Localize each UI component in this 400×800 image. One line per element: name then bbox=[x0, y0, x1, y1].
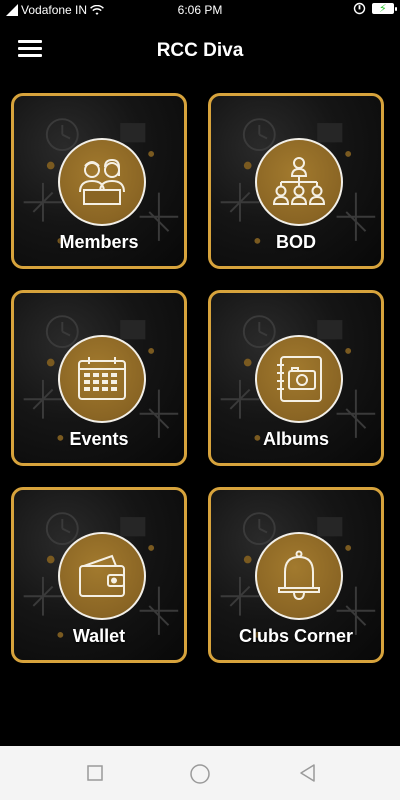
tile-label: Members bbox=[59, 232, 139, 252]
events-icon-circle bbox=[58, 335, 146, 423]
members-icon bbox=[79, 158, 125, 205]
tile-label: BOD bbox=[276, 232, 316, 252]
tile-label: Events bbox=[69, 429, 129, 449]
tile-label: Wallet bbox=[72, 626, 126, 646]
app-bar: RCC Diva bbox=[0, 20, 400, 84]
clubs-corner-icon-circle bbox=[255, 532, 343, 620]
tile-label: Albums bbox=[262, 429, 329, 449]
wallet-icon-circle bbox=[58, 532, 146, 620]
tile-members[interactable]: Members bbox=[11, 93, 187, 269]
tile-wallet[interactable]: Wallet bbox=[11, 487, 187, 663]
charging-icon: ⚡ bbox=[379, 3, 387, 15]
status-bar: Vodafone IN 6:06 PM ⚡ bbox=[0, 0, 400, 20]
bod-icon-circle bbox=[255, 138, 343, 226]
tile-bod[interactable]: BOD bbox=[208, 93, 384, 269]
tile-label: Clubs Corner bbox=[238, 626, 353, 646]
tile-events[interactable]: Events bbox=[11, 290, 187, 466]
org-chart-icon bbox=[272, 157, 326, 205]
recent-apps-icon[interactable] bbox=[87, 765, 103, 781]
photo-album-icon bbox=[277, 356, 322, 402]
members-icon-circle bbox=[58, 138, 146, 226]
back-icon[interactable] bbox=[298, 763, 318, 783]
alarm-icon bbox=[353, 2, 366, 15]
app-screen: Vodafone IN 6:06 PM ⚡ RCC Diva Members B… bbox=[0, 0, 400, 800]
tile-albums[interactable]: Albums bbox=[208, 290, 384, 466]
home-icon[interactable] bbox=[189, 763, 211, 785]
system-nav-bar bbox=[0, 746, 400, 800]
albums-icon-circle bbox=[255, 335, 343, 423]
bell-icon bbox=[278, 550, 320, 601]
status-right: ⚡ bbox=[353, 2, 397, 15]
battery-icon: ⚡ bbox=[372, 3, 397, 15]
page-title: RCC Diva bbox=[156, 40, 244, 61]
calendar-icon bbox=[78, 357, 126, 400]
status-time: 6:06 PM bbox=[177, 3, 223, 17]
wallet-icon bbox=[79, 554, 125, 597]
tile-clubs-corner[interactable]: Clubs Corner bbox=[208, 487, 384, 663]
